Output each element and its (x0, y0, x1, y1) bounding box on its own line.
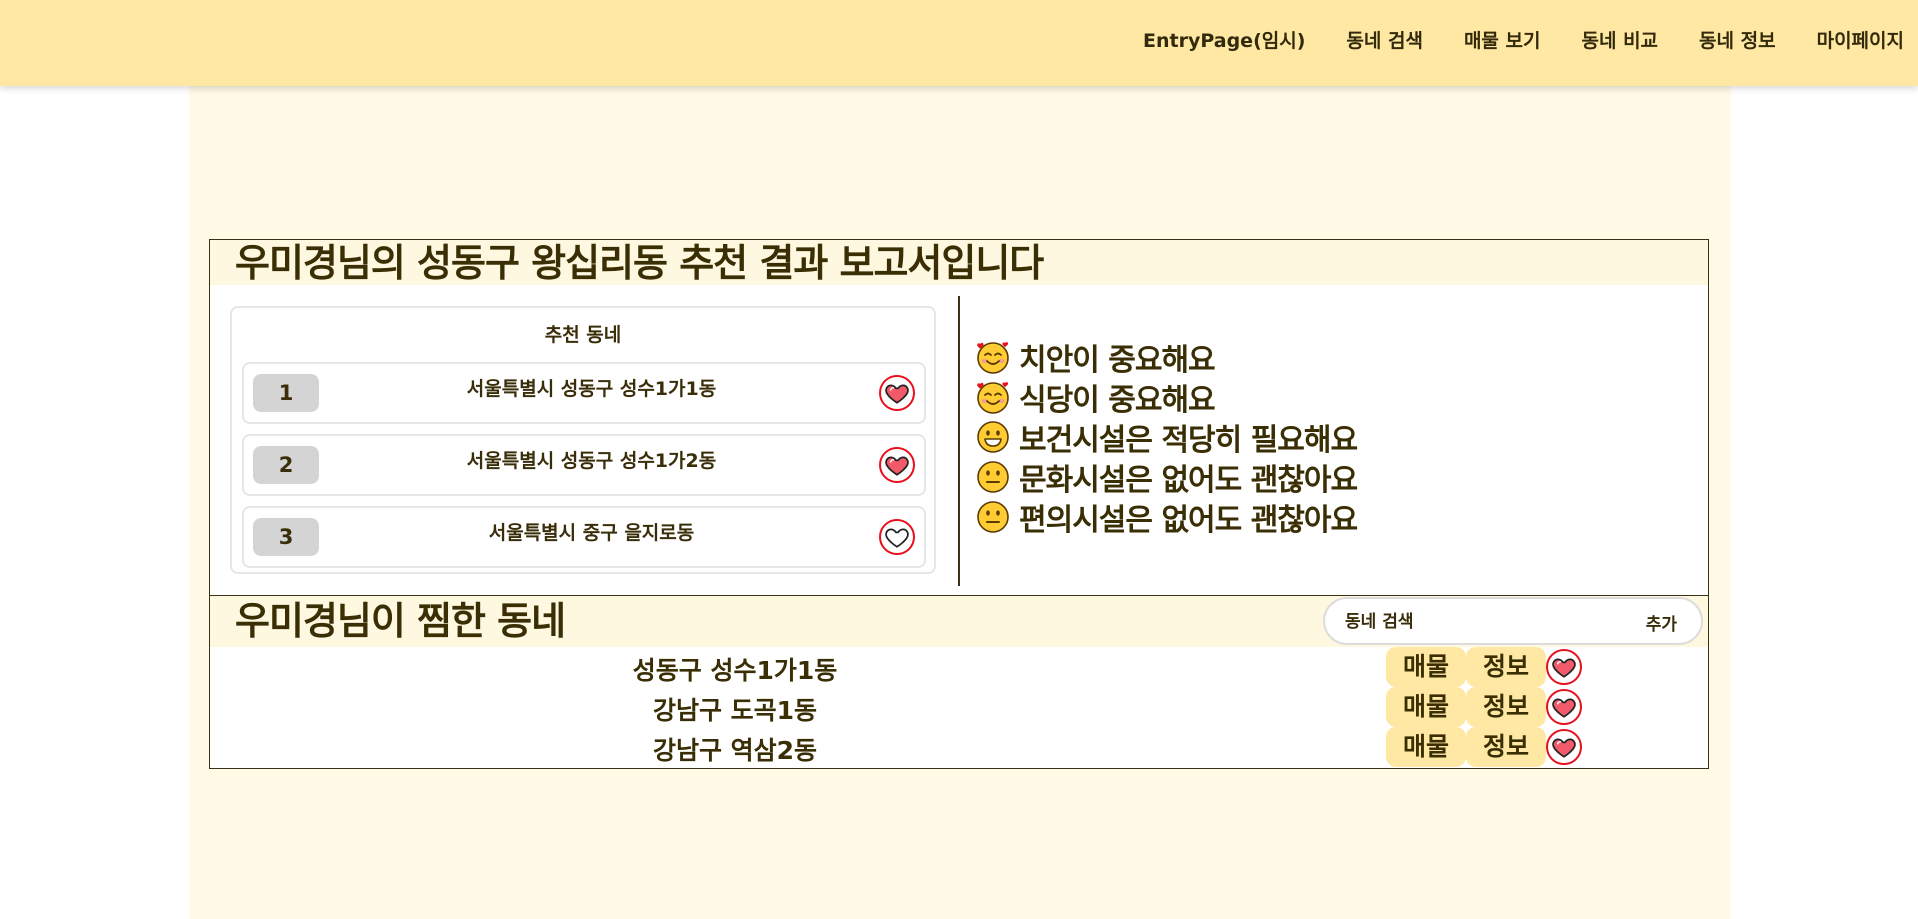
view-property-button[interactable]: 매물 (1386, 727, 1466, 767)
rank-badge: 3 (253, 518, 319, 556)
view-info-button[interactable]: 정보 (1466, 647, 1546, 687)
heart-filled-icon (1551, 734, 1577, 760)
nav-item-neighborhood-info[interactable]: 동네 정보 (1699, 26, 1776, 53)
heart-empty-icon (884, 524, 910, 550)
favorite-search-bar: 추가 (1323, 597, 1703, 645)
preference-text: 치안이 중요해요 (1019, 343, 1216, 378)
favorite-neighborhoods: 우미경님이 찜한 동네 추가 성동구 성수1가1동 매물 정보 강남구 도곡1동… (209, 595, 1709, 769)
nav-item-my-page[interactable]: 마이페이지 (1817, 26, 1904, 53)
favorite-name: 강남구 역삼2동 (652, 736, 818, 765)
add-favorite-button[interactable]: 추가 (1646, 610, 1677, 635)
recommended-neighborhoods-card: 추천 동네 1 서울특별시 성동구 성수1가1동 2 서울특별시 성동구 성수1… (230, 306, 936, 574)
top-navbar: EntryPage(임시) 동네 검색 매물 보기 동네 비교 동네 정보 마이… (0, 0, 1918, 86)
smiling-face-with-hearts-icon (975, 379, 1011, 415)
heart-filled-icon (1551, 694, 1577, 720)
favorite-heart-button[interactable] (879, 375, 915, 411)
favorite-name: 성동구 성수1가1동 (632, 656, 838, 685)
nav-item-entry-page[interactable]: EntryPage(임시) (1143, 26, 1305, 53)
preference-text: 보건시설은 적당히 필요해요 (1019, 423, 1358, 458)
vertical-divider (958, 296, 960, 586)
view-property-button[interactable]: 매물 (1386, 647, 1466, 687)
favorite-row: 강남구 역삼2동 매물 정보 (210, 727, 1708, 767)
preference-list: 치안이 중요해요 식당이 중요해요 보건시설은 적당히 필요해요 문화시설은 없… (975, 337, 1358, 538)
view-info-button[interactable]: 정보 (1466, 687, 1546, 727)
nav-item-neighborhood-search[interactable]: 동네 검색 (1346, 26, 1423, 53)
view-property-button[interactable]: 매물 (1386, 687, 1466, 727)
neighborhood-search-input[interactable] (1343, 608, 1607, 636)
recommendation-name: 서울특별시 중구 을지로동 (488, 522, 695, 544)
preference-item: 문화시설은 없어도 괜찮아요 (975, 457, 1358, 498)
favorite-row: 강남구 도곡1동 매물 정보 (210, 687, 1708, 727)
rank-badge: 1 (253, 374, 319, 412)
preference-item: 편의시설은 없어도 괜찮아요 (975, 497, 1358, 538)
heart-filled-icon (1551, 654, 1577, 680)
neutral-face-icon (975, 499, 1011, 535)
heart-filled-icon (884, 452, 910, 478)
recommended-neighborhoods-heading: 추천 동네 (544, 324, 622, 346)
preference-item: 식당이 중요해요 (975, 377, 1357, 418)
preference-item: 보건시설은 적당히 필요해요 (975, 417, 1358, 458)
preference-text: 식당이 중요해요 (1019, 383, 1216, 418)
nav-item-view-listings[interactable]: 매물 보기 (1464, 26, 1541, 53)
preference-item: 치안이 중요해요 (975, 337, 1357, 378)
grinning-face-icon (975, 419, 1011, 455)
favorite-heart-button[interactable] (879, 447, 915, 483)
recommendation-row: 3 서울특별시 중구 을지로동 (242, 506, 926, 568)
nav-menu: EntryPage(임시) 동네 검색 매물 보기 동네 비교 동네 정보 마이… (1143, 0, 1904, 78)
smiling-face-with-hearts-icon (975, 339, 1011, 375)
favorite-heart-button[interactable] (879, 519, 915, 555)
recommendation-name: 서울특별시 성동구 성수1가1동 (466, 378, 717, 400)
recommendation-row: 2 서울특별시 성동구 성수1가2동 (242, 434, 926, 496)
recommendation-row: 1 서울특별시 성동구 성수1가1동 (242, 362, 926, 424)
recommendation-report: 우미경님의 성동구 왕십리동 추천 결과 보고서입니다 추천 동네 1 서울특별… (209, 239, 1709, 595)
view-info-button[interactable]: 정보 (1466, 727, 1546, 767)
preference-text: 문화시설은 없어도 괜찮아요 (1019, 463, 1358, 498)
favorite-heart-button[interactable] (1546, 689, 1582, 725)
favorite-name: 강남구 도곡1동 (652, 696, 818, 725)
neutral-face-icon (975, 459, 1011, 495)
preference-text: 편의시설은 없어도 괜찮아요 (1019, 503, 1358, 538)
nav-item-neighborhood-compare[interactable]: 동네 비교 (1582, 26, 1659, 53)
favorite-heart-button[interactable] (1546, 649, 1582, 685)
favorite-row: 성동구 성수1가1동 매물 정보 (210, 647, 1708, 687)
rank-badge: 2 (253, 446, 319, 484)
report-title-bar: 우미경님의 성동구 왕십리동 추천 결과 보고서입니다 (210, 240, 1708, 285)
recommendation-name: 서울특별시 성동구 성수1가2동 (466, 450, 717, 472)
report-title: 우미경님의 성동구 왕십리동 추천 결과 보고서입니다 (235, 241, 1044, 285)
heart-filled-icon (884, 380, 910, 406)
favorite-heart-button[interactable] (1546, 729, 1582, 765)
favorites-title: 우미경님이 찜한 동네 (235, 599, 566, 643)
